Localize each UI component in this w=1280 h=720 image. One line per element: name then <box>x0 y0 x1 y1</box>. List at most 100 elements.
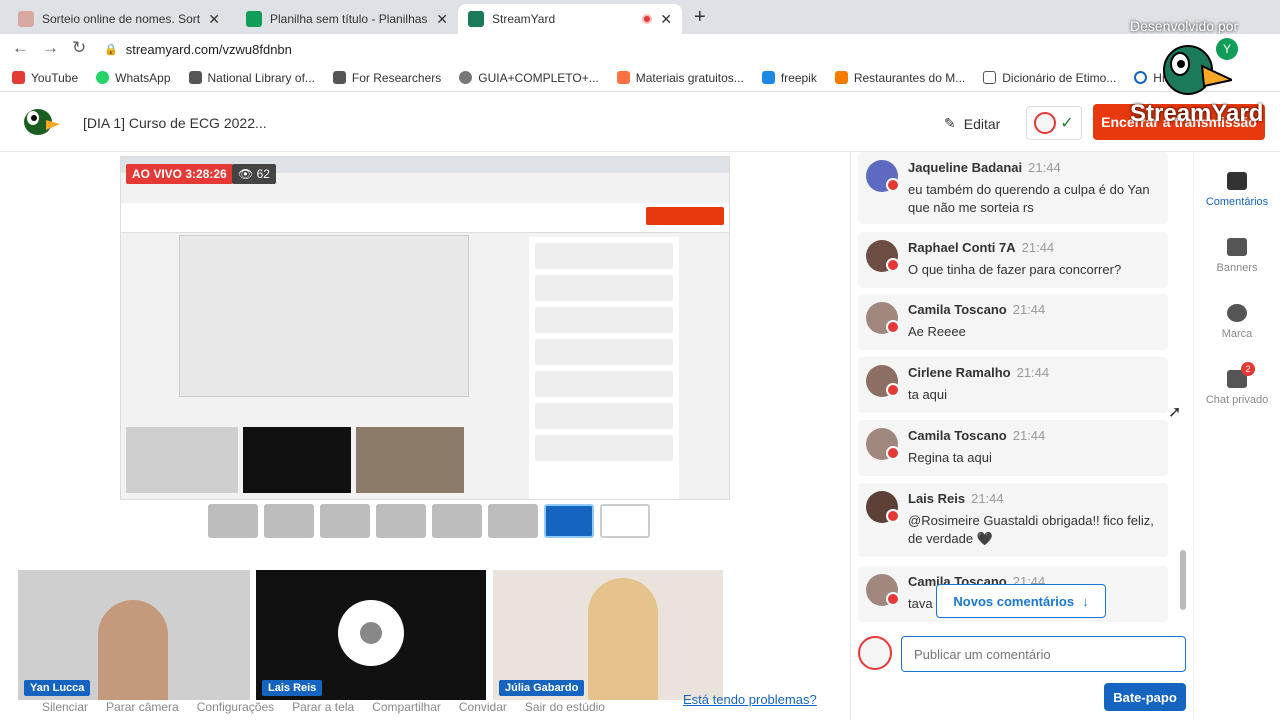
streamyard-logo-icon <box>24 109 60 135</box>
youtube-icon <box>886 320 900 334</box>
rail-brand[interactable]: Marca <box>1196 304 1278 340</box>
watermark-text: Desenvolvido por <box>1130 18 1239 34</box>
layout-solo-button[interactable] <box>208 504 258 538</box>
youtube-icon <box>886 592 900 606</box>
participant-tile[interactable]: Júlia Gabardo <box>493 570 723 700</box>
whatsapp-icon <box>96 71 110 84</box>
tab-planilha[interactable]: Planilha sem título - Planilhas Go ✕ <box>236 4 458 34</box>
bookmark-icon <box>332 71 346 84</box>
destination-status[interactable]: ✓ <box>1026 106 1082 140</box>
message-author: Camila Toscano 21:44 <box>908 428 1046 443</box>
message-author: Raphael Conti 7A 21:44 <box>908 240 1055 255</box>
trouble-link[interactable]: Está tendo problemas? <box>683 692 817 707</box>
chat-message: Lais Reis 21:44 @Rosimeire Guastaldi obrig… <box>858 483 1168 557</box>
bookmarks-bar: YouTube WhatsApp National Library of... … <box>0 64 1280 92</box>
tab-streamyard[interactable]: StreamYard ✕ <box>458 4 682 34</box>
layout-group3-button[interactable] <box>376 504 426 538</box>
streamyard-mascot-icon <box>1163 45 1232 95</box>
address-bar[interactable]: 🔒 streamyard.com/vzwu8fdnbn <box>104 38 1104 60</box>
viewer-count: 👁 62 <box>232 164 276 184</box>
share-button[interactable]: Compartilhar <box>372 700 441 714</box>
forward-icon[interactable]: → <box>42 38 59 58</box>
layout-screen-left-button[interactable] <box>432 504 482 538</box>
streamyard-favicon-icon <box>468 11 484 27</box>
settings-button[interactable]: Configurações <box>197 700 274 714</box>
message-author: Jaqueline Badanai 21:44 <box>908 160 1061 175</box>
bookmark-guia[interactable]: GUIA+COMPLETO+... <box>459 71 599 85</box>
sheets-favicon-icon <box>246 11 262 27</box>
close-icon[interactable]: ✕ <box>208 11 220 28</box>
close-icon[interactable]: ✕ <box>660 11 672 28</box>
rail-comments[interactable]: Comentários <box>1196 172 1278 208</box>
bookmark-youtube[interactable]: YouTube <box>12 71 78 85</box>
stop-camera-button[interactable]: Parar câmera <box>106 700 179 714</box>
arrow-down-icon: ↓ <box>1082 593 1089 609</box>
participant-tile[interactable]: Yan Lucca <box>18 570 250 700</box>
private-chat-icon: 2 <box>1227 362 1255 388</box>
shared-tile-1 <box>126 427 238 493</box>
cursor-icon: ➚ <box>1168 404 1182 421</box>
bookmark-for-researchers[interactable]: For Researchers <box>332 71 441 85</box>
broadcast-stage <box>120 156 730 500</box>
invite-button[interactable]: Convidar <box>459 700 507 714</box>
blogger-icon <box>834 71 848 84</box>
bookmark-whatsapp[interactable]: WhatsApp <box>96 71 171 85</box>
check-icon: ✓ <box>1060 115 1074 132</box>
tab-sorteio[interactable]: Sorteio online de nomes. Sortear ✕ <box>8 4 230 34</box>
comment-input[interactable] <box>901 636 1186 672</box>
shared-end-button <box>646 207 724 225</box>
chat-message: Raphael Conti 7A 21:44 O que tinha de faze… <box>858 232 1168 288</box>
message-text: eu também do querendo a culpa é do Yan q… <box>908 182 1150 215</box>
edit-button[interactable]: ✎ Editar <box>944 115 1000 132</box>
rail-banners[interactable]: Banners <box>1196 238 1278 274</box>
stop-screen-button[interactable]: Parar a tela <box>292 700 354 714</box>
chat-message: Cirlene Ramalho 21:44 ta aqui <box>858 357 1168 413</box>
layout-screen-only-button[interactable] <box>600 504 650 538</box>
participant-video <box>588 578 658 700</box>
message-text: @Rosimeire Guastaldi obrigada!! fico fel… <box>908 513 1154 546</box>
youtube-icon <box>886 383 900 397</box>
message-text: Regina ta aqui <box>908 450 992 465</box>
palette-icon <box>1227 304 1247 322</box>
participant-tile[interactable]: Lais Reis <box>256 570 486 700</box>
history-icon <box>1134 71 1148 84</box>
freepik-icon <box>761 71 775 84</box>
youtube-icon <box>886 178 900 192</box>
bookmark-national-library[interactable]: National Library of... <box>188 71 315 85</box>
bookmark-freepik[interactable]: freepik <box>761 71 817 85</box>
rail-private-chat[interactable]: 2 Chat privado <box>1196 362 1278 406</box>
bookmark-icon <box>188 71 202 84</box>
message-author: Lais Reis 21:44 <box>908 491 1004 506</box>
new-tab-button[interactable]: + <box>694 6 706 29</box>
shared-nested-stage <box>179 235 469 397</box>
recording-icon <box>642 14 653 24</box>
eye-icon: 👁 <box>238 167 254 181</box>
youtube-icon <box>886 509 900 523</box>
globe-icon <box>459 71 473 84</box>
sorteio-favicon-icon <box>18 11 34 27</box>
new-comments-button[interactable]: Novos comentários ↓ <box>936 584 1106 618</box>
bookmark-dicionario[interactable]: Dicionário de Etimo... <box>983 71 1116 85</box>
youtube-icon <box>886 446 900 460</box>
youtube-icon <box>886 258 900 272</box>
mute-button[interactable]: Silenciar <box>42 700 88 714</box>
chat-scrollbar[interactable] <box>1178 156 1188 622</box>
message-text: Ae Reeee <box>908 324 966 339</box>
layout-group2-button[interactable] <box>320 504 370 538</box>
bookmark-restaurantes[interactable]: Restaurantes do M... <box>834 71 965 85</box>
layout-group-button[interactable] <box>264 504 314 538</box>
bookmark-materiais[interactable]: Materiais gratuitos... <box>616 71 744 85</box>
back-icon[interactable]: ← <box>12 38 29 58</box>
leave-studio-button[interactable]: Sair do estúdio <box>525 700 605 714</box>
chat-button[interactable]: Bate-papo <box>1104 683 1186 711</box>
layout-screen-side-button[interactable] <box>488 504 538 538</box>
chat-message: Jaqueline Badanai 21:44 eu também do quere… <box>858 152 1168 224</box>
broadcast-title[interactable]: [DIA 1] Curso de ECG 2022... <box>83 115 267 131</box>
streamyard-watermark: StreamYard <box>1130 100 1264 127</box>
layout-screen-full-button[interactable] <box>544 504 594 538</box>
live-badge: AO VIVO 3:28:26 <box>126 164 233 184</box>
message-text: ta aqui <box>908 387 948 402</box>
close-icon[interactable]: ✕ <box>436 11 448 28</box>
reload-icon[interactable]: ↻ <box>72 38 86 58</box>
commenter-avatar <box>858 636 892 670</box>
